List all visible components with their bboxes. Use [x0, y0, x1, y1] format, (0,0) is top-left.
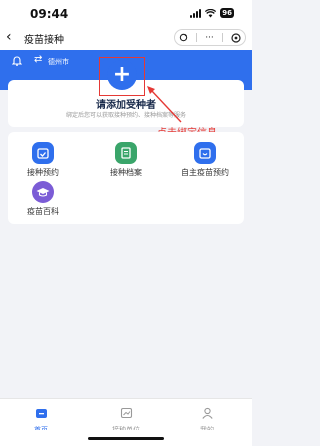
- add-recipient-button[interactable]: +: [107, 60, 137, 90]
- navbar: ‹ 疫苗接种 ···: [0, 26, 252, 50]
- service-label: 接种预约: [27, 168, 59, 177]
- service-tile-self-booking[interactable]: 自主疫苗预约: [170, 142, 240, 178]
- more-icon[interactable]: ···: [205, 33, 214, 43]
- mini-program-capsule: ···: [174, 29, 246, 46]
- wifi-icon: [205, 8, 217, 17]
- signal-icon: [190, 8, 202, 18]
- status-icons: 96: [190, 8, 234, 18]
- service-label: 接种档案: [110, 168, 142, 177]
- back-icon[interactable]: ‹: [6, 29, 12, 45]
- user-icon: [201, 407, 213, 419]
- service-tile-records[interactable]: 接种档案: [91, 142, 161, 178]
- highlight-box: +: [99, 57, 145, 96]
- service-label: 疫苗百科: [27, 207, 59, 216]
- home-indicator: [88, 437, 164, 440]
- file-icon: [115, 142, 137, 164]
- switch-location-icon[interactable]: ⇄: [34, 54, 42, 65]
- refresh-icon[interactable]: [179, 33, 188, 42]
- page-title: 疫苗接种: [24, 35, 64, 46]
- graduation-cap-icon: [32, 181, 54, 203]
- add-recipient-title: 请添加受种者: [96, 100, 156, 111]
- city-label[interactable]: 德州市: [48, 57, 69, 67]
- capsule-divider: [221, 33, 223, 42]
- add-recipient-subtitle: 绑定后您可以获取接种预约、接种档案等服务: [65, 112, 186, 119]
- map-icon: [120, 407, 132, 419]
- capsule-divider: [196, 33, 198, 42]
- calendar-icon: [32, 142, 54, 164]
- home-icon: [35, 409, 47, 418]
- status-bar: 09:44 96: [0, 0, 252, 26]
- service-label: 自主疫苗预约: [181, 168, 229, 177]
- tab-bar: 首页 接种单位 我的: [0, 398, 252, 434]
- annotation-arrow: [147, 86, 182, 123]
- close-circle-icon[interactable]: [231, 32, 241, 43]
- bell-icon[interactable]: [12, 56, 22, 67]
- battery-icon: 96: [220, 8, 234, 18]
- calendar-check-icon: [194, 142, 216, 164]
- service-tile-booking[interactable]: 接种预约: [8, 142, 78, 178]
- service-tile-encyclopedia[interactable]: 疫苗百科: [8, 181, 78, 217]
- status-time: 09:44: [30, 7, 69, 21]
- service-grid: 接种预约 接种档案 自主疫苗预约 疫苗百科: [8, 132, 244, 224]
